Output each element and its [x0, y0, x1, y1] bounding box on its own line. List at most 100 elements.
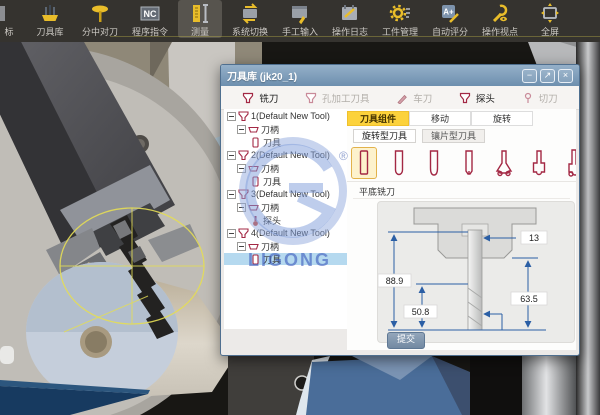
- tool-library-dialog: 刀具库 (jk20_1) − ↗ × 铣刀 孔加工刀具 车刀 探头: [220, 64, 580, 356]
- collapse-toggle-icon[interactable]: [237, 203, 246, 212]
- cutter-pin-icon: [522, 92, 534, 104]
- nc-program-icon: NC: [139, 2, 161, 26]
- auto-score-icon: A+: [439, 2, 461, 26]
- tool-holder-icon: [248, 202, 259, 213]
- tool-type-strip: [351, 146, 576, 179]
- tool-category-tabs: 铣刀 孔加工刀具 车刀 探头 切刀: [221, 86, 579, 110]
- toolbar-item-manual-input[interactable]: 手工输入: [278, 0, 322, 38]
- dim-cut-length: 63.5: [511, 292, 547, 305]
- close-button[interactable]: ×: [558, 69, 573, 83]
- tool-bit-icon: [250, 254, 261, 265]
- tool-type-ball-end-mill-icon[interactable]: [386, 147, 412, 179]
- tree-item-tool[interactable]: 刀具: [224, 175, 347, 187]
- svg-text:63.5: 63.5: [520, 294, 538, 304]
- subtab-insert-tools[interactable]: 镶片型刀具: [422, 129, 485, 143]
- tree-item-tool-1[interactable]: 1(Default New Tool): [224, 110, 347, 122]
- tool-type-keyseat-mill-icon[interactable]: [561, 147, 576, 179]
- tool-type-dovetail-mill-icon[interactable]: [491, 147, 517, 179]
- tree-item-tool-3[interactable]: 3(Default New Tool): [224, 188, 347, 200]
- svg-text:88.9: 88.9: [386, 276, 404, 286]
- collapse-toggle-icon[interactable]: [237, 125, 246, 134]
- dialog-titlebar[interactable]: 刀具库 (jk20_1) − ↗ ×: [221, 65, 579, 86]
- collapse-toggle-icon[interactable]: [227, 151, 236, 160]
- tree-item-holder[interactable]: 刀柄: [224, 201, 347, 213]
- tool-type-tslot-mill-icon[interactable]: [526, 147, 552, 179]
- dim-total-length: 88.9: [378, 274, 411, 287]
- dim-diameter: 13: [521, 231, 547, 244]
- svg-text:A+: A+: [443, 8, 454, 17]
- toolbar-item-viewpoint[interactable]: 操作视点: [478, 0, 522, 38]
- tool-holder-icon: [248, 163, 259, 174]
- toolbar-item-workpiece-manager[interactable]: 工件管理: [378, 0, 422, 38]
- tab-rotate[interactable]: 旋转: [471, 111, 533, 126]
- tab-probe[interactable]: 探头: [459, 91, 495, 105]
- dim-flute-length: 50.8: [404, 305, 437, 318]
- collapse-toggle-icon[interactable]: [227, 229, 236, 238]
- collapse-toggle-icon[interactable]: [237, 164, 246, 173]
- fullscreen-icon: [539, 2, 561, 26]
- toolbar-item-operation-log[interactable]: 操作日志: [328, 0, 372, 38]
- toolbar-item-measure[interactable]: 测量: [178, 0, 222, 38]
- tool-component-panel: 刀具组件 移动 旋转 旋转型刀具 镶片型刀具: [347, 109, 576, 350]
- coords-icon: [0, 2, 20, 26]
- tree-item-tool[interactable]: 刀具: [224, 136, 347, 148]
- toolbar-item-system-switch[interactable]: 系统切换: [228, 0, 272, 38]
- tree-item-holder[interactable]: 刀柄: [224, 240, 347, 252]
- tab-tool-components[interactable]: 刀具组件: [347, 111, 409, 126]
- submit-button[interactable]: 提交: [387, 332, 425, 349]
- tool-type-bull-nose-mill-icon[interactable]: [421, 147, 447, 179]
- tab-move[interactable]: 移动: [409, 111, 471, 126]
- svg-text:13: 13: [529, 233, 539, 243]
- probe-icon: [459, 92, 471, 104]
- app-window: 标 刀具库 分中对刀 NC 程序指令 测量 系统切换: [0, 0, 600, 415]
- workpiece-manager-gear-icon: [389, 2, 411, 26]
- tree-item-probe[interactable]: 探头: [224, 214, 347, 226]
- toolbar-item-auto-score[interactable]: A+ 自动评分: [428, 0, 472, 38]
- measure-icon: [189, 2, 211, 26]
- selected-tool-name: 平底铣刀: [359, 185, 395, 198]
- tool-bit-icon: [250, 176, 261, 187]
- restore-button[interactable]: ↗: [540, 69, 555, 83]
- tool-library-icon: [39, 2, 61, 26]
- toolbar-item-tool-library[interactable]: 刀具库: [28, 0, 72, 38]
- tool-tree: 1(Default New Tool) 刀柄 刀具 2(Default New …: [224, 109, 348, 329]
- toolbar-item-fullscreen[interactable]: 全屏: [528, 0, 572, 38]
- probe-stylus-icon: [250, 215, 261, 226]
- end-mill-drawing: [468, 230, 482, 330]
- tool-holder-icon: [248, 241, 259, 252]
- divider: [353, 198, 570, 199]
- main-toolbar: 标 刀具库 分中对刀 NC 程序指令 测量 系统切换: [0, 0, 600, 42]
- tool-holder-icon: [248, 124, 259, 135]
- tree-item-holder[interactable]: 刀柄: [224, 162, 347, 174]
- collapse-toggle-icon[interactable]: [227, 190, 236, 199]
- toolbar-item-coords[interactable]: 标: [0, 0, 22, 38]
- tab-cutter: 切刀: [522, 91, 558, 105]
- toolbar-item-nc-program[interactable]: NC 程序指令: [128, 0, 172, 38]
- operation-log-icon: [339, 2, 361, 26]
- tool-type-chamfer-mill-icon[interactable]: [456, 147, 482, 179]
- tool-root-icon: [238, 228, 249, 239]
- tool-type-flat-end-mill-icon[interactable]: [351, 147, 377, 179]
- tree-item-tool-selected[interactable]: 刀具: [224, 253, 347, 265]
- collapse-toggle-icon[interactable]: [227, 112, 236, 121]
- dialog-title: 刀具库 (jk20_1): [227, 68, 297, 83]
- tab-milling-cutter[interactable]: 铣刀: [242, 91, 278, 105]
- tool-root-icon: [238, 189, 249, 200]
- minimize-button[interactable]: −: [522, 69, 537, 83]
- hole-tool-icon: [305, 92, 317, 104]
- toolbar-item-centering[interactable]: 分中对刀: [78, 0, 122, 38]
- subtab-rotary-tools[interactable]: 旋转型刀具: [353, 129, 416, 143]
- toolbar-accent-line: [110, 36, 600, 37]
- tree-item-tool-2[interactable]: 2(Default New Tool): [224, 149, 347, 161]
- divider: [347, 181, 576, 182]
- tree-item-holder[interactable]: 刀柄: [224, 123, 347, 135]
- tab-hole-tools: 孔加工刀具: [305, 91, 370, 105]
- panel-subtabs: 旋转型刀具 镶片型刀具: [353, 129, 485, 143]
- tool-bit-icon: [250, 137, 261, 148]
- manual-input-icon: [289, 2, 311, 26]
- tree-item-tool-4[interactable]: 4(Default New Tool): [224, 227, 347, 239]
- window-buttons: − ↗ ×: [522, 69, 573, 83]
- tool-root-icon: [238, 150, 249, 161]
- collapse-toggle-icon[interactable]: [237, 242, 246, 251]
- panel-tabs: 刀具组件 移动 旋转: [347, 111, 533, 126]
